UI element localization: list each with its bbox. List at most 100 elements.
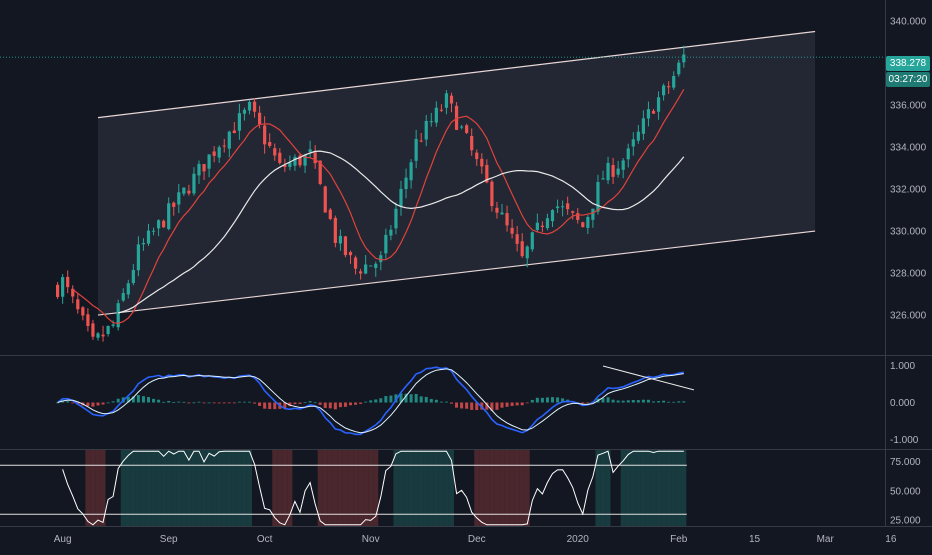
- candle-body: [374, 263, 378, 269]
- candle-body: [555, 206, 560, 209]
- macd-histogram-bar: [192, 402, 196, 404]
- rsi-tick-label: 50.000: [890, 486, 921, 497]
- candle-body: [157, 220, 161, 229]
- macd-histogram-bar: [465, 402, 469, 409]
- candle-body: [626, 148, 630, 160]
- candle-body: [601, 178, 605, 180]
- candle-body: [242, 109, 247, 114]
- macd-histogram-bar: [349, 402, 352, 406]
- macd-histogram-bar: [157, 399, 161, 403]
- candle-body: [429, 121, 433, 123]
- countdown-tag: 03:27:20: [886, 72, 930, 87]
- candle-body: [520, 241, 524, 257]
- candle-body: [106, 325, 110, 335]
- candle-body: [268, 141, 272, 146]
- macd-histogram-bar: [581, 402, 585, 404]
- candle-body: [530, 232, 534, 250]
- macd-histogram-bar: [439, 401, 443, 403]
- macd-histogram-bar: [626, 400, 630, 403]
- candle-body: [207, 154, 211, 169]
- macd-histogram-bar: [631, 400, 635, 403]
- macd-histogram-bar: [616, 400, 620, 403]
- time-axis-label: Oct: [257, 534, 273, 545]
- candle-body: [197, 163, 201, 176]
- macd-histogram-bar: [424, 396, 428, 403]
- macd-histogram-bar: [359, 402, 363, 404]
- price-tick-label: 332.000: [890, 185, 927, 196]
- candle-body: [434, 107, 438, 123]
- candle-body: [308, 149, 312, 152]
- macd-histogram-bar: [177, 401, 181, 403]
- time-axis-label: 15: [749, 534, 761, 545]
- time-axis-label: Sep: [160, 534, 178, 545]
- candle-body: [56, 284, 60, 297]
- candle-body: [545, 218, 550, 229]
- macd-histogram-bar: [606, 397, 610, 403]
- macd-histogram-bar: [308, 401, 312, 403]
- candle-body: [293, 157, 297, 166]
- chart-svg[interactable]: 340.000338.000336.000334.000332.000330.0…: [0, 0, 932, 550]
- candle-body: [480, 158, 484, 167]
- candle-body: [672, 75, 676, 88]
- candle-body: [636, 131, 640, 141]
- macd-histogram-bar: [237, 401, 241, 403]
- macd-histogram-bar: [71, 402, 75, 404]
- macd-histogram-bar: [545, 397, 549, 403]
- candle-body: [237, 113, 241, 131]
- macd-histogram-bar: [652, 401, 655, 403]
- candle-body: [323, 186, 327, 213]
- macd-histogram-bar: [232, 402, 236, 404]
- macd-histogram-bar: [111, 401, 115, 403]
- macd-histogram-bar: [641, 399, 645, 403]
- macd-histogram-bar: [354, 402, 358, 405]
- candle-body: [394, 208, 398, 229]
- candle-body: [646, 109, 651, 119]
- candle-body: [101, 334, 105, 337]
- price-tick-label: 336.000: [890, 101, 927, 112]
- macd-histogram-bar: [389, 395, 393, 403]
- candle-body: [177, 192, 181, 205]
- macd-histogram-bar: [540, 397, 544, 403]
- candle-body: [146, 230, 151, 244]
- candle-body: [182, 187, 186, 194]
- macd-histogram-bar: [197, 401, 201, 403]
- macd-histogram-bar: [162, 401, 166, 403]
- candle-body: [439, 109, 443, 111]
- candle-body: [359, 271, 363, 274]
- time-axis-label: 16: [885, 534, 897, 545]
- candle-body: [348, 252, 353, 256]
- macd-histogram-bar: [657, 401, 661, 403]
- candle-body: [540, 225, 544, 227]
- candle-body: [232, 130, 236, 134]
- macd-histogram-bar: [202, 402, 206, 404]
- candle-body: [313, 152, 317, 164]
- candle-body: [651, 110, 656, 114]
- chart-root: 340.000338.000336.000334.000332.000330.0…: [0, 0, 932, 550]
- macd-histogram-bar: [682, 401, 686, 403]
- macd-histogram-bar: [253, 402, 257, 404]
- candle-body: [384, 234, 388, 254]
- candle-body: [566, 203, 570, 210]
- macd-histogram-bar: [409, 394, 413, 403]
- macd-histogram-bar: [293, 402, 297, 405]
- macd-histogram-bar: [505, 402, 509, 407]
- candle-body: [470, 136, 474, 151]
- macd-histogram-bar: [530, 399, 534, 403]
- macd-histogram-bar: [207, 402, 211, 404]
- macd-histogram-bar: [364, 401, 368, 403]
- candle-body: [202, 164, 206, 172]
- macd-histogram-bar: [227, 402, 231, 404]
- time-axis-label: Aug: [54, 534, 72, 545]
- macd-histogram-bar: [672, 401, 676, 403]
- candle-body: [591, 208, 595, 220]
- candle-body: [167, 203, 171, 229]
- candle-body: [667, 86, 671, 88]
- candle-body: [136, 244, 140, 271]
- candle-body: [141, 242, 146, 245]
- macd-histogram-bar: [273, 402, 277, 410]
- candle-body: [581, 222, 585, 227]
- time-axis-label: Mar: [817, 534, 835, 545]
- macd-histogram-bar: [222, 402, 226, 404]
- macd-histogram-bar: [621, 400, 625, 403]
- macd-tick-label: 0.000: [890, 398, 915, 409]
